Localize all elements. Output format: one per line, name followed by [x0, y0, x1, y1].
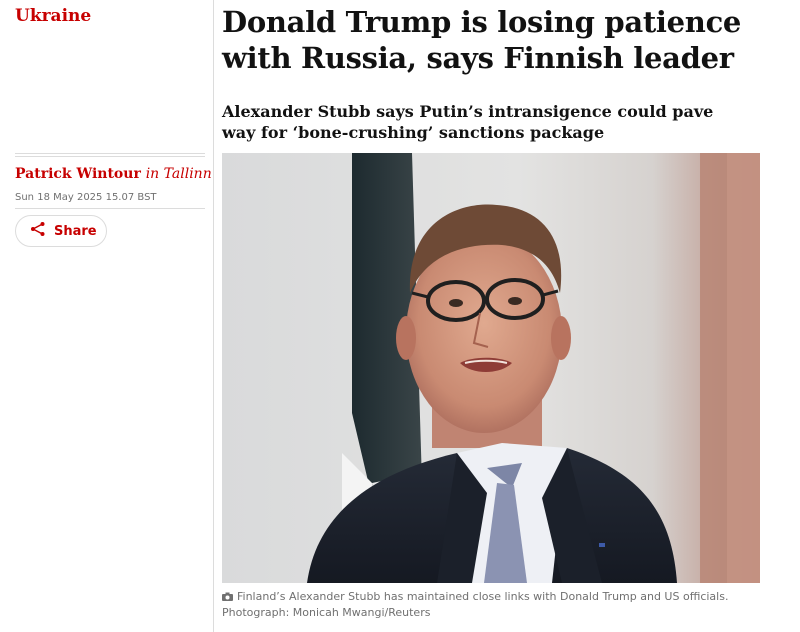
meta-divider — [15, 153, 205, 157]
author-link[interactable]: Patrick Wintour — [15, 166, 141, 182]
photo-caption: Finland’s Alexander Stubb has maintained… — [222, 589, 752, 620]
caption-text: Finland’s Alexander Stubb has maintained… — [237, 590, 729, 603]
publish-date: Sun 18 May 2025 15.07 BST — [15, 192, 157, 203]
byline: Patrick Wintour in Tallinn — [15, 166, 212, 182]
photo-credit: Photograph: Monicah Mwangi/Reuters — [222, 606, 431, 619]
section-link[interactable]: Ukraine — [15, 6, 91, 26]
share-label: Share — [54, 223, 97, 239]
share-icon — [30, 221, 46, 241]
meta-divider-bottom — [15, 208, 205, 209]
share-button[interactable]: Share — [15, 215, 107, 247]
standfirst: Alexander Stubb says Putin’s intransigen… — [222, 102, 714, 142]
byline-location: in Tallinn — [145, 166, 212, 182]
column-divider — [213, 0, 214, 632]
camera-icon — [222, 590, 233, 605]
headline: Donald Trump is losing patience with Rus… — [222, 5, 742, 75]
lead-photo — [222, 153, 760, 583]
